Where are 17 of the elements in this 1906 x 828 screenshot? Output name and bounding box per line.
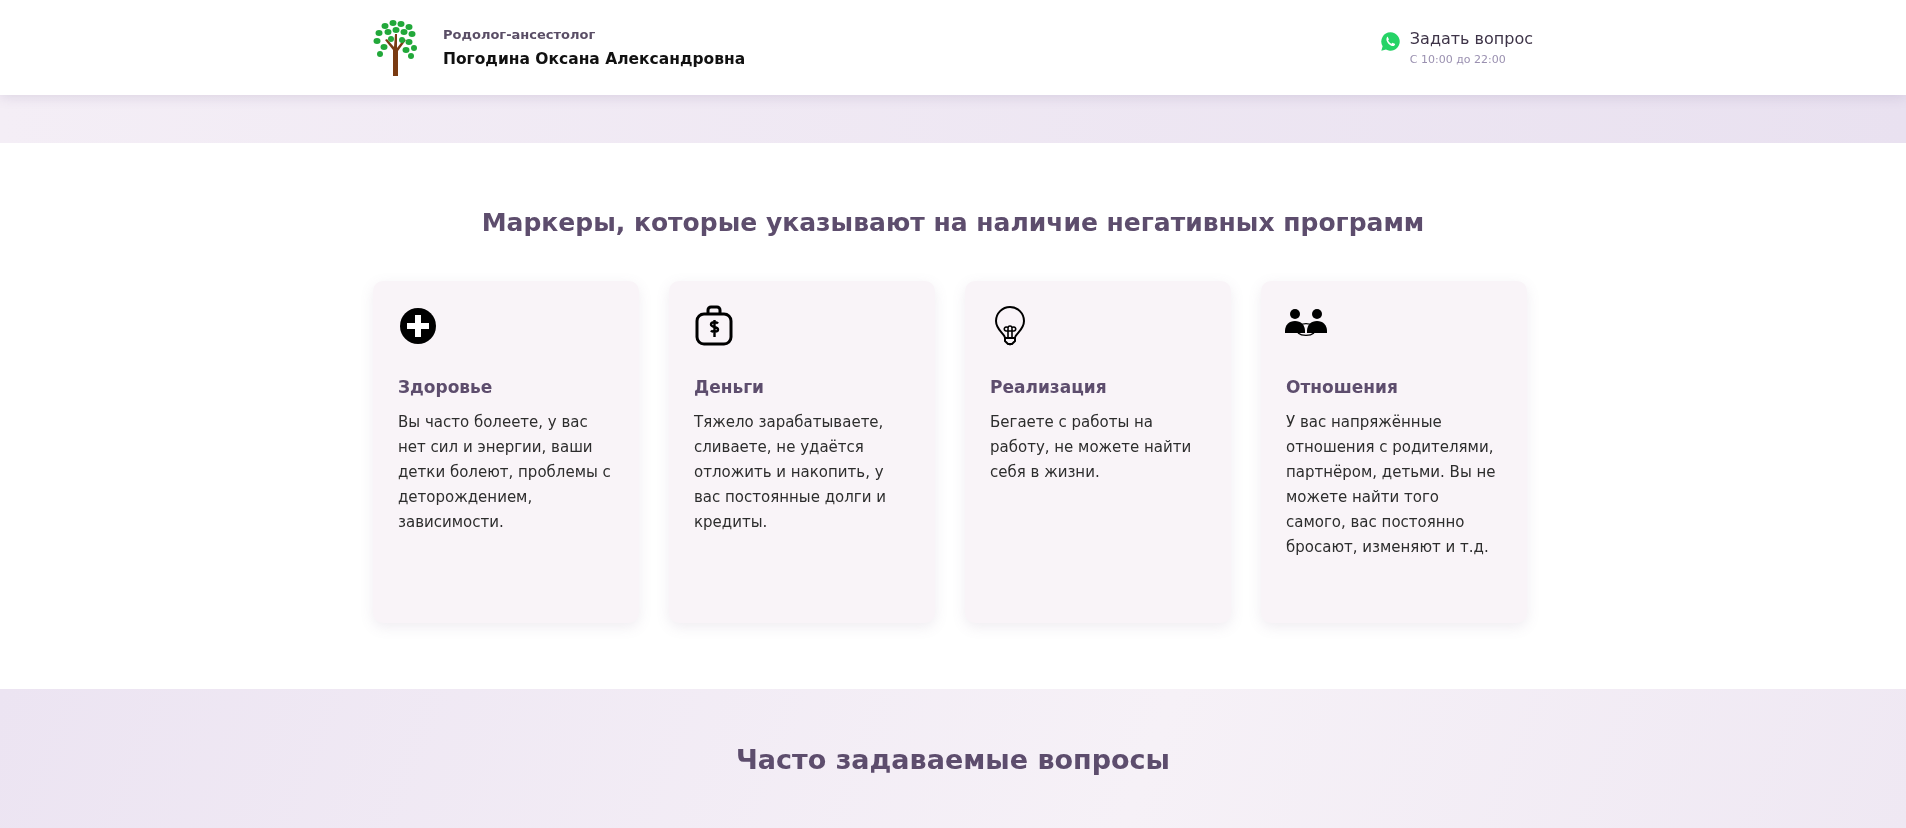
- faq-title: Часто задаваемые вопросы: [735, 744, 1171, 775]
- section-title: Маркеры, которые указывают на наличие негативных программ: [480, 208, 1426, 237]
- working-hours: С 10:00 до 22:00: [1409, 53, 1507, 66]
- profession-label: Родолог-ансестолог: [443, 27, 597, 42]
- card-title: Отношения: [1286, 377, 1399, 397]
- cross-circle-icon: [397, 305, 439, 347]
- card-title: Реализация: [990, 377, 1108, 397]
- specialist-name: Погодина Оксана Александровна: [443, 50, 746, 68]
- card-description: Тяжело зарабатываете, сливаете, не удаётся отложить и накопить, у вас постоянные долги и кредиты.: [694, 412, 887, 533]
- money-bag-icon: [693, 305, 735, 347]
- card-description: Вы часто болеете, у вас нет сил и энергии, ваши детки болеют, проблемы с деторождением, зависимости.: [398, 412, 612, 533]
- tree-logo-icon[interactable]: [373, 19, 417, 76]
- card-title: Деньги: [694, 377, 765, 397]
- card-description: У вас напряжённые отношения с родителями, партнёром, детьми. Вы не можете найти того самого, вас постоянно бросают, изменяют и т.д.: [1286, 412, 1497, 558]
- card-description: Бегаете с работы на работу, не можете найти себя в жизни.: [990, 412, 1193, 483]
- ask-question-link[interactable]: Задать вопрос: [1409, 29, 1533, 48]
- card-title: Здоровье: [398, 377, 494, 397]
